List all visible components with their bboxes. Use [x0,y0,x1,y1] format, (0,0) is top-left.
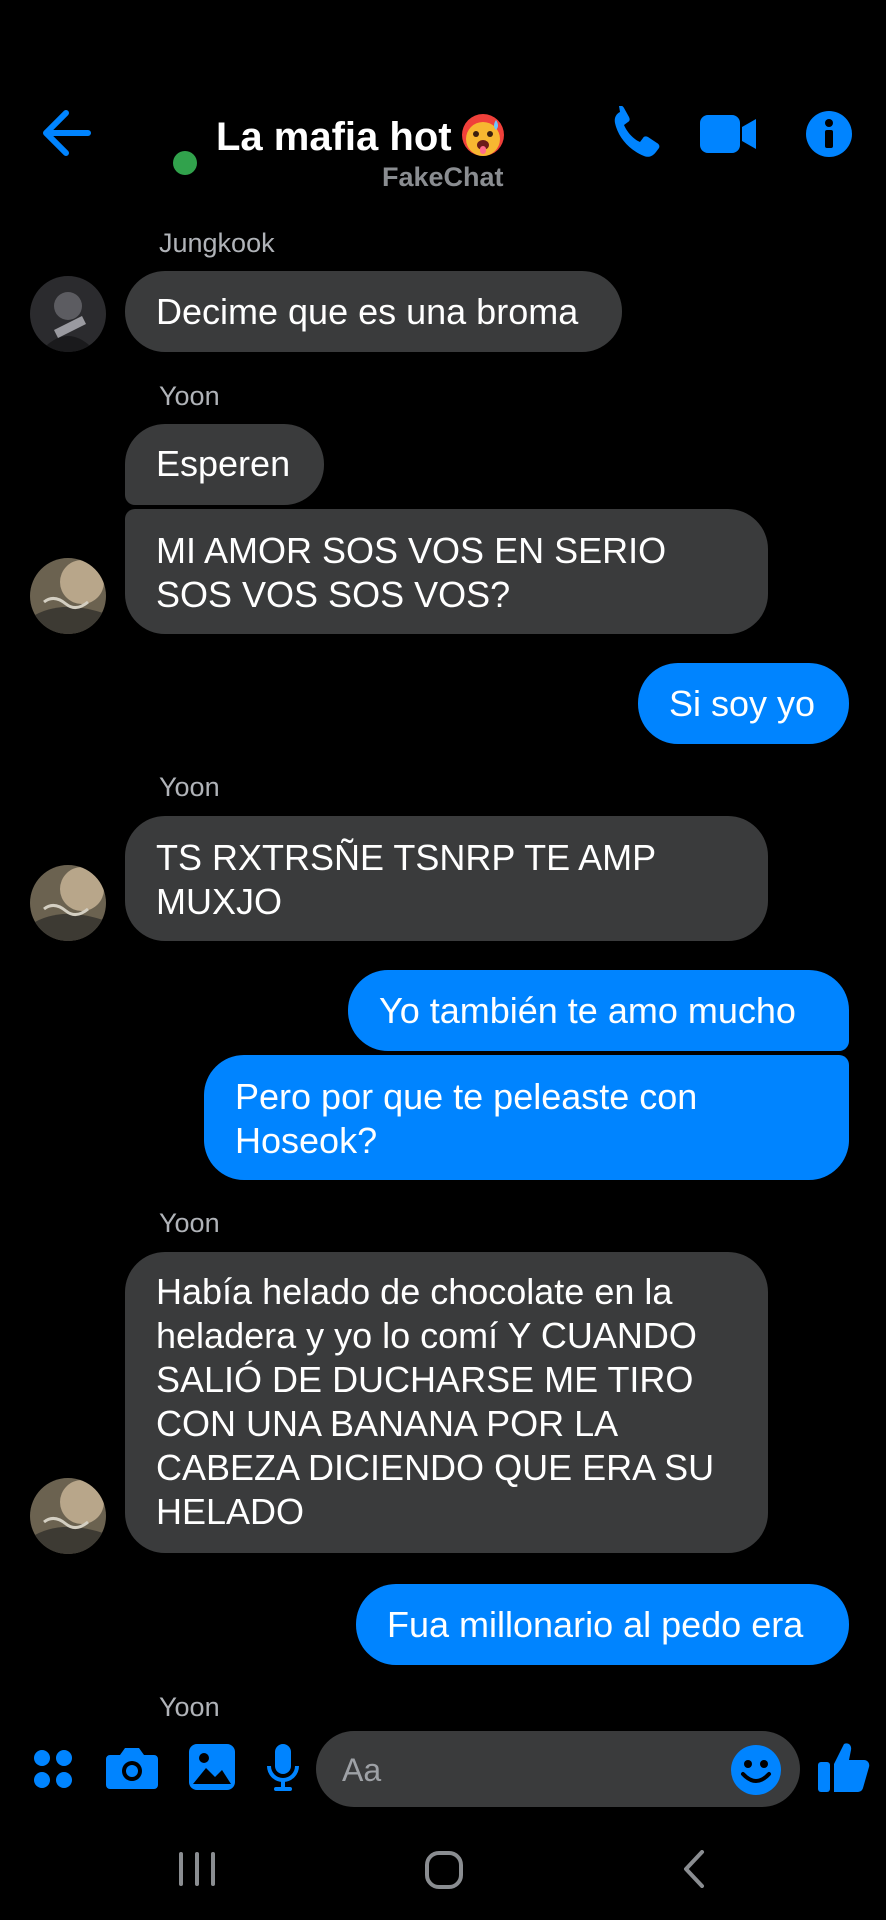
back-icon[interactable] [682,1850,706,1893]
emoji-icon[interactable] [730,1744,782,1801]
message-bubble[interactable]: MI AMOR SOS VOS EN SERIO SOS VOS SOS VOS… [125,509,768,634]
menu-dots-icon[interactable] [32,1748,74,1795]
camera-icon[interactable] [106,1745,158,1794]
sender-name: Yoon [159,772,220,802]
sender-name: Yoon [159,1208,220,1238]
phone-icon[interactable] [610,105,666,167]
avatar[interactable] [30,1478,106,1554]
sender-name: Jungkook [159,228,275,258]
chat-title-text: La mafia hot [216,115,452,159]
recent-apps-icon[interactable] [178,1852,216,1891]
video-call-icon[interactable] [700,113,758,160]
avatar[interactable] [30,558,106,634]
home-icon[interactable] [424,1850,464,1895]
chat-header: La mafia hot FakeChat [0,0,886,210]
microphone-icon[interactable] [266,1744,300,1797]
message-input[interactable] [316,1731,800,1807]
message-bubble[interactable]: Yo también te amo mucho [348,970,849,1051]
message-bubble[interactable]: Había helado de chocolate en la heladera… [125,1252,768,1553]
chat-title[interactable]: La mafia hot [216,112,506,160]
online-status-dot [173,151,197,175]
message-bubble[interactable]: TS RXTRSÑE TSNRP TE AMP MUXJO [125,816,768,941]
chat-subtitle: FakeChat [382,162,504,192]
like-icon[interactable] [818,1740,870,1799]
message-input-placeholder: Aa [342,1752,382,1788]
hot-face-emoji-icon [460,112,506,158]
sender-name: Yoon [159,1692,220,1722]
message-bubble[interactable]: Fua millonario al pedo era [356,1584,849,1665]
sender-name: Yoon [159,381,220,411]
message-bubble[interactable]: Si soy yo [638,663,849,744]
gallery-icon[interactable] [189,1744,235,1795]
back-arrow-icon[interactable] [40,108,94,158]
info-icon[interactable] [805,110,853,163]
avatar[interactable] [30,276,106,352]
avatar[interactable] [30,865,106,941]
message-bubble[interactable]: Esperen [125,424,324,505]
message-bubble[interactable]: Pero por que te peleaste con Hoseok? [204,1055,849,1180]
message-bubble[interactable]: Decime que es una broma [125,271,622,352]
